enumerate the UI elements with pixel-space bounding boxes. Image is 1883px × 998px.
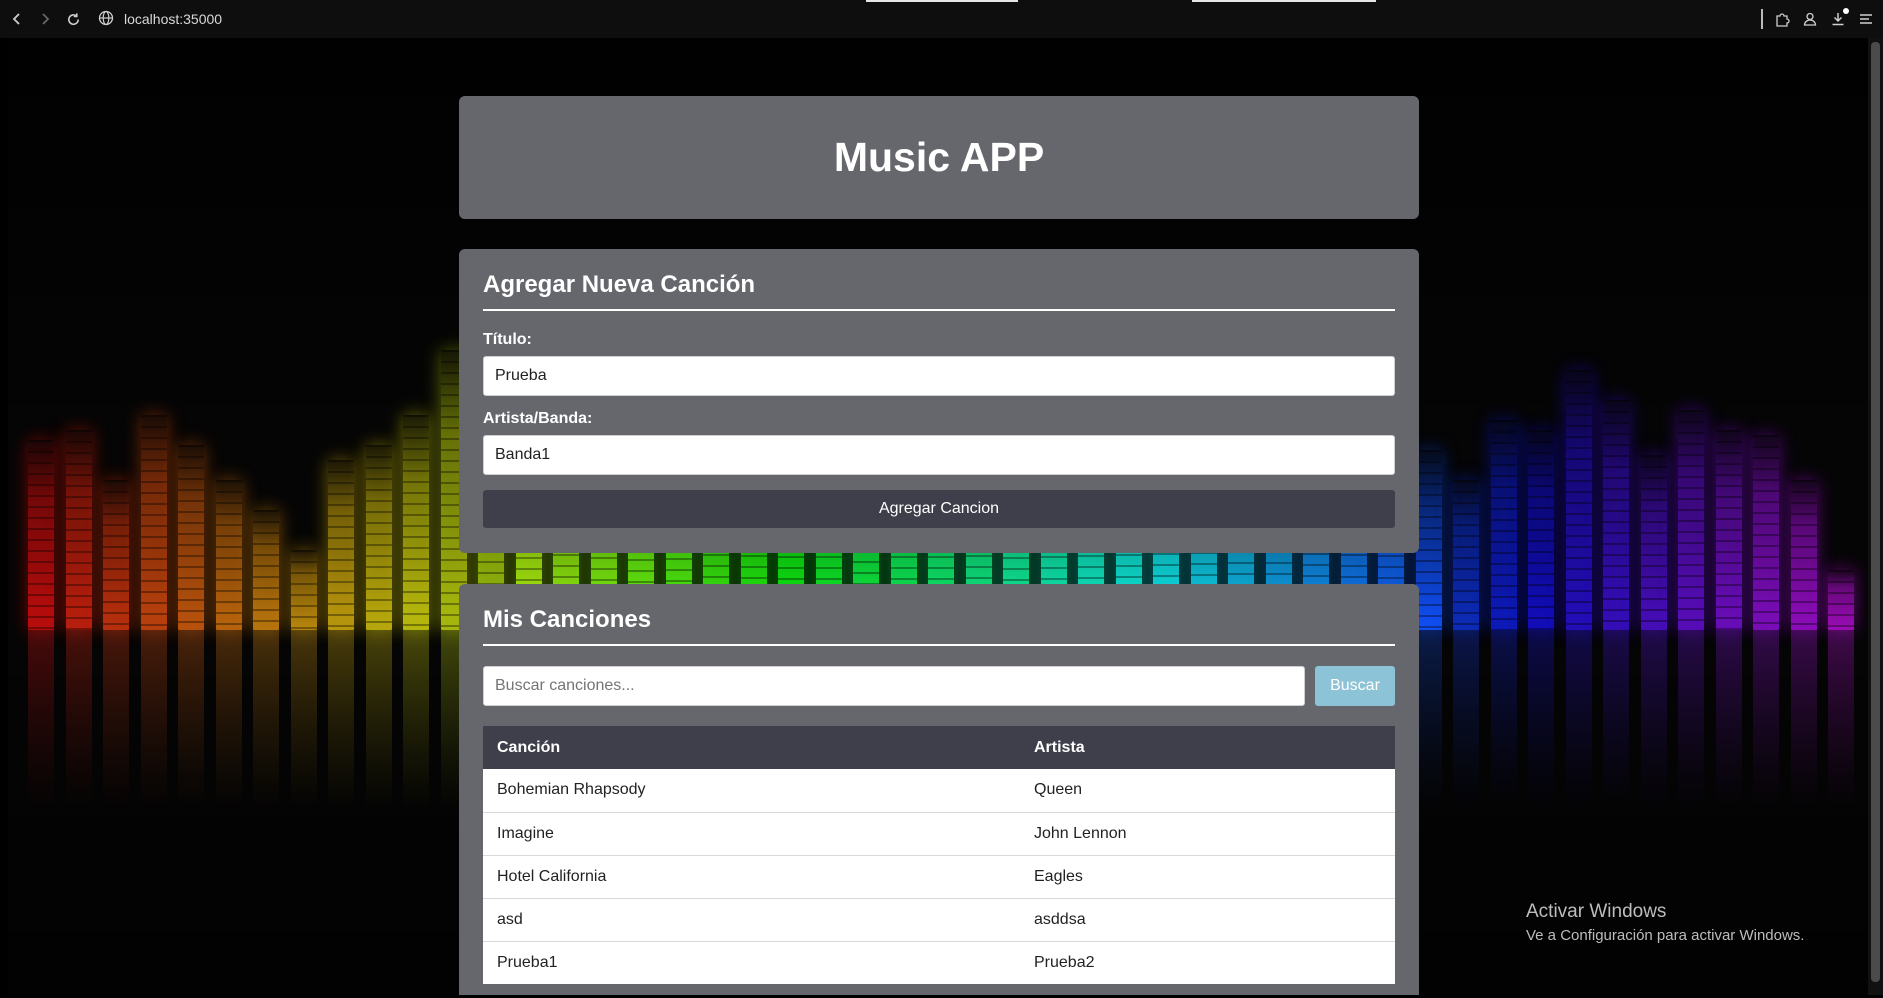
artist-cell: asddsa <box>1020 898 1395 942</box>
songs-table: Canción Artista Bohemian Rhapsody Queen … <box>483 726 1395 984</box>
page-title: Music APP <box>833 134 1045 180</box>
browser-toolbar: localhost:35000 <box>0 0 1883 38</box>
chevron-left-icon[interactable] <box>6 8 28 30</box>
add-song-form: Agregar Nueva Canción Título: Artista/Ba… <box>459 249 1419 553</box>
songs-panel: Mis Canciones Buscar Canción Artista Boh… <box>459 584 1419 995</box>
song-cell: Hotel California <box>483 855 1020 899</box>
title-input[interactable] <box>483 356 1395 396</box>
artist-label: Artista/Banda: <box>483 410 593 427</box>
scrollbar-thumb[interactable] <box>1871 42 1880 982</box>
profile-icon[interactable] <box>1801 10 1819 28</box>
add-song-button[interactable]: Agregar Cancion <box>483 490 1395 528</box>
menu-icon[interactable] <box>1857 10 1875 28</box>
search-button[interactable]: Buscar <box>1315 666 1395 706</box>
windows-activation-watermark: Activar Windows Ve a Configuración para … <box>1526 901 1804 944</box>
globe-icon <box>98 10 114 29</box>
tab-indicator <box>866 0 1018 2</box>
watermark-subtitle: Ve a Configuración para activar Windows. <box>1526 927 1805 944</box>
artist-cell: Queen <box>1020 769 1395 813</box>
song-cell: Prueba1 <box>497 953 558 971</box>
download-icon[interactable] <box>1829 8 1849 28</box>
column-header-artist: Artista <box>1020 726 1395 769</box>
songs-title: Mis Canciones <box>483 606 1395 646</box>
reload-icon[interactable] <box>62 8 84 30</box>
url-text: localhost:35000 <box>124 11 223 27</box>
chevron-right-icon[interactable] <box>34 8 56 30</box>
table-row: Imagine John Lennon <box>483 812 1395 856</box>
song-cell: Imagine <box>483 812 1020 856</box>
artist-cell: Eagles <box>1020 855 1395 899</box>
artist-cell: John Lennon <box>1020 812 1395 856</box>
search-row: Buscar <box>483 666 1395 706</box>
table-row: asd asddsa <box>483 898 1395 942</box>
address-bar[interactable]: localhost:35000 <box>98 10 222 29</box>
artist-input[interactable] <box>483 435 1395 475</box>
watermark-title: Activar Windows <box>1526 901 1667 922</box>
page-viewport: Music APP Agregar Nueva Canción Título: … <box>8 38 1868 995</box>
tab-indicator <box>1192 0 1376 2</box>
table-row: Bohemian Rhapsody Queen <box>483 769 1395 813</box>
toolbar-separator <box>1761 9 1763 29</box>
extensions-icon[interactable] <box>1773 10 1791 28</box>
song-cell: asd <box>483 898 1020 942</box>
table-row: Hotel California Eagles <box>483 855 1395 899</box>
song-cell: Bohemian Rhapsody <box>483 769 1020 813</box>
artist-cell: Prueba2 <box>1034 953 1095 971</box>
title-label: Título: <box>483 331 532 348</box>
form-title: Agregar Nueva Canción <box>483 271 1395 311</box>
search-input[interactable] <box>483 666 1305 706</box>
table-header-row: Canción Artista <box>483 726 1395 769</box>
header-panel: Music APP <box>459 96 1419 219</box>
column-header-song: Canción <box>483 726 1020 769</box>
table-row: Prueba1 Prueba2 <box>483 941 1395 984</box>
